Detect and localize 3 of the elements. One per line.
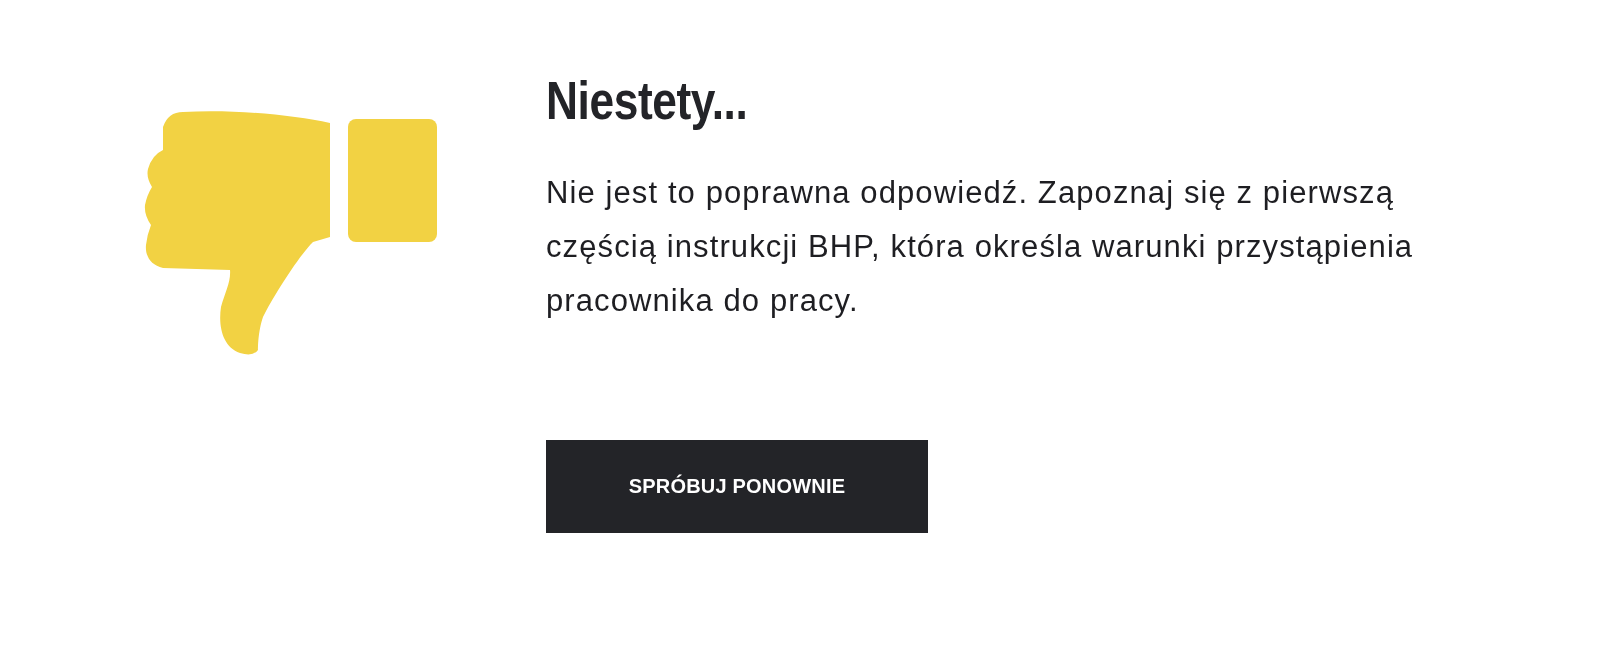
- message-text: Nie jest to poprawna odpowiedź. Zapoznaj się z pierwszą częścią instrukcji BHP, która określa warunki przystąpienia pracownika do pracy.: [546, 174, 1415, 320]
- heading: Niestety...: [546, 69, 748, 131]
- retry-button[interactable]: SPRÓBUJ PONOWNIE: [546, 440, 928, 533]
